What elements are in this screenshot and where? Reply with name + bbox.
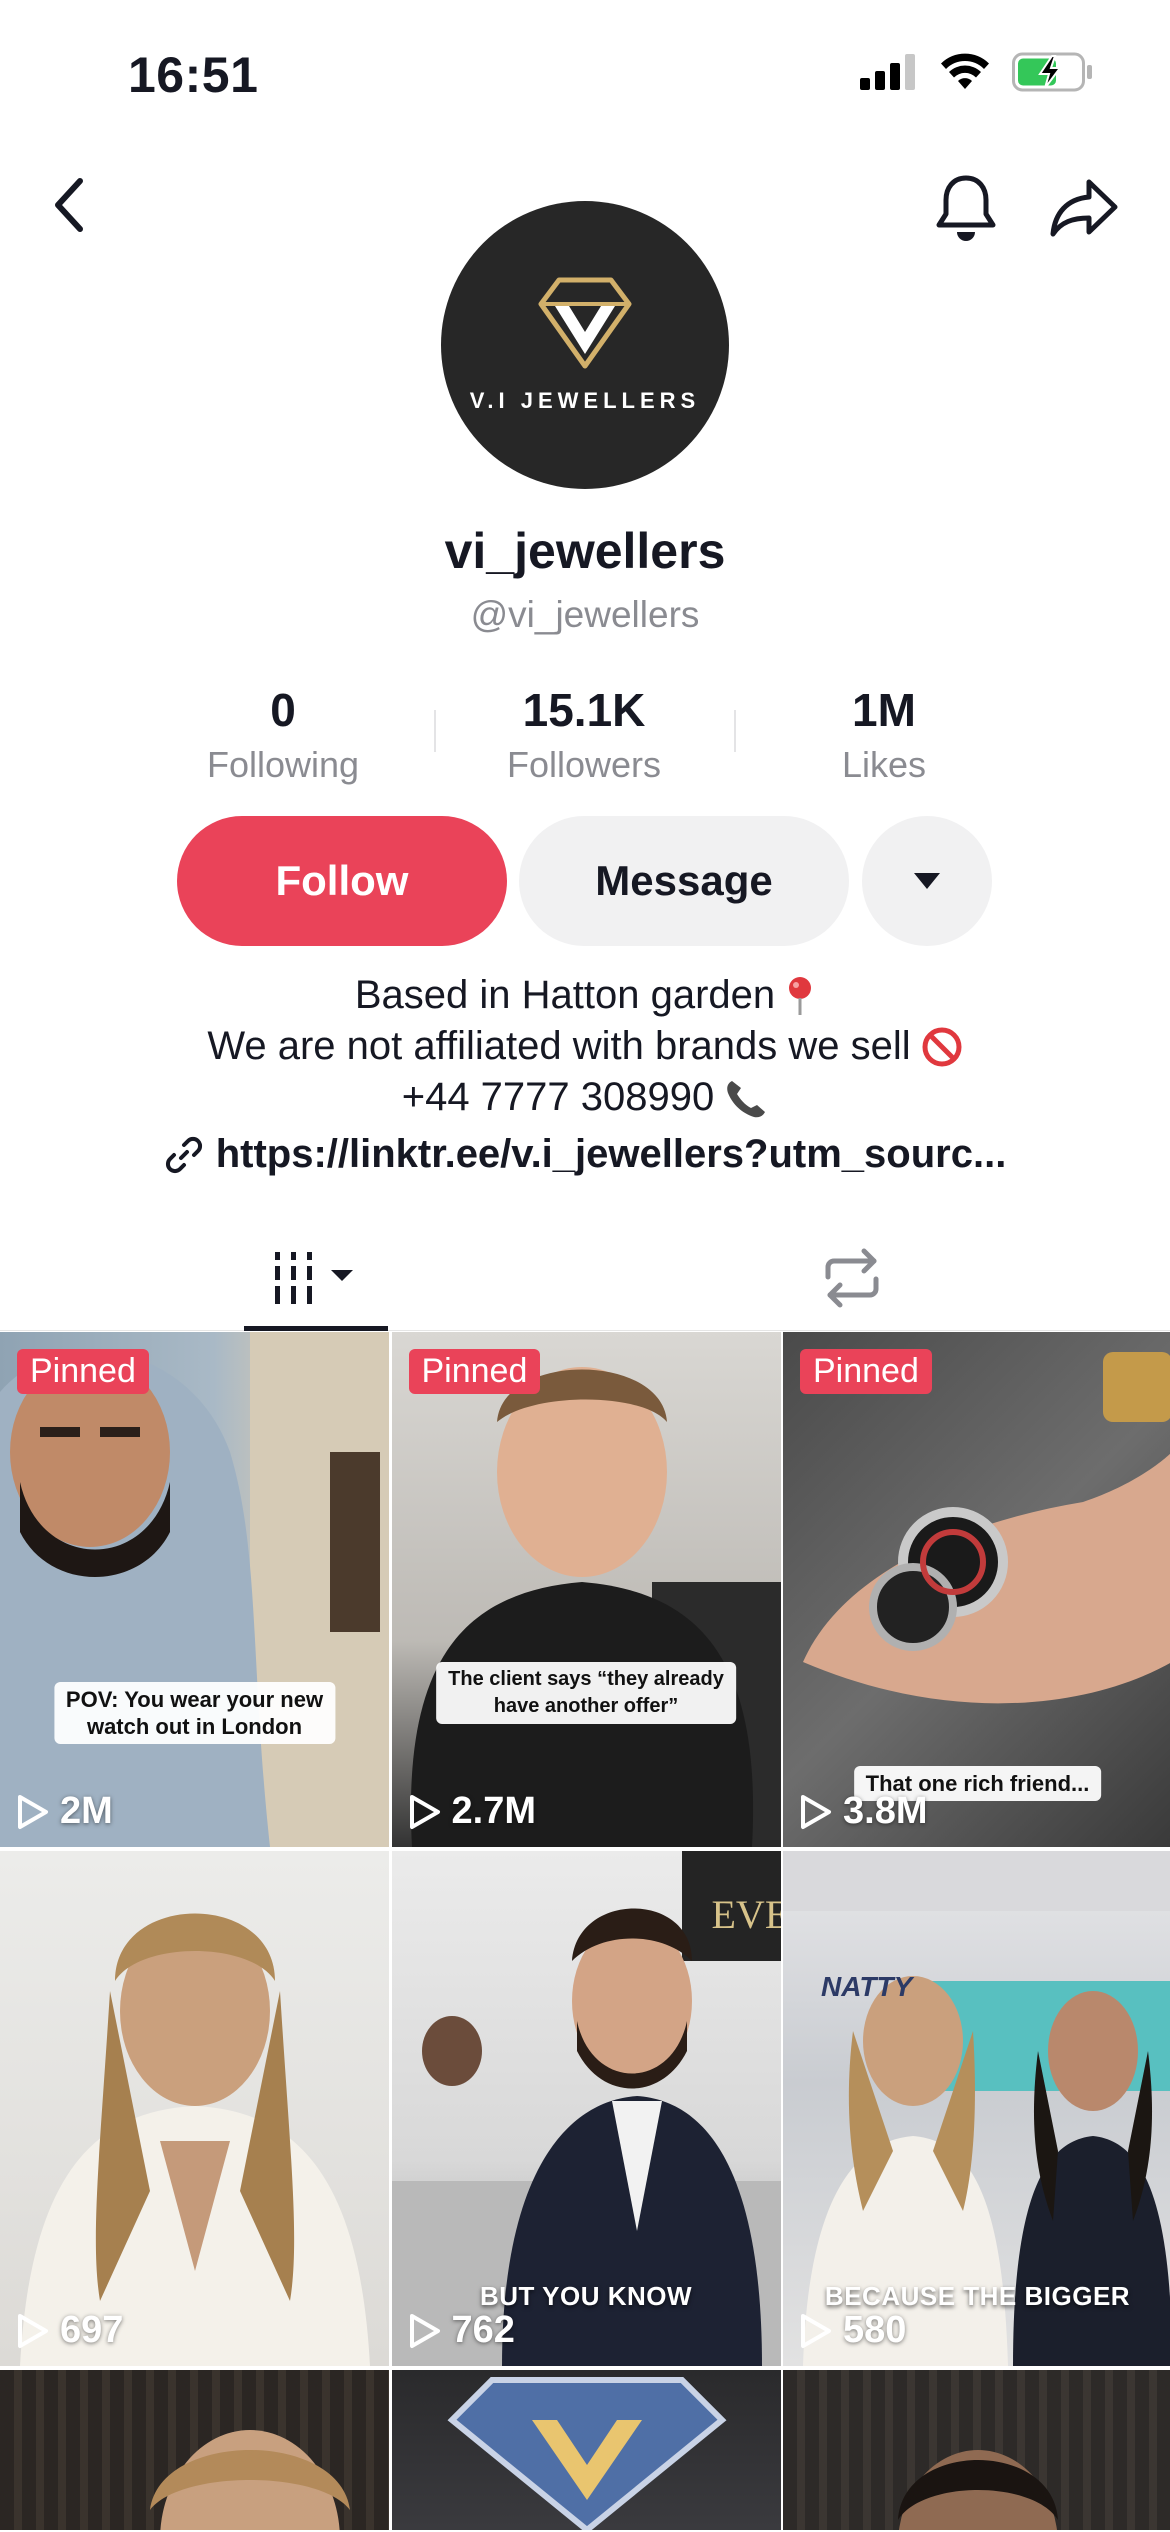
profile-stats: 0 Following 15.1K Followers 1M Likes [0, 680, 1170, 790]
battery-charging-icon [1012, 52, 1092, 92]
wifi-icon [941, 53, 989, 89]
video-tile[interactable] [391, 2370, 781, 2530]
stat-following[interactable]: 0 Following [133, 680, 433, 790]
view-count-text: 2.7M [451, 1790, 536, 1832]
play-outline-icon [801, 1794, 831, 1829]
view-count-text: 2M [60, 1790, 113, 1832]
follow-button[interactable]: Follow [177, 816, 507, 946]
play-outline-icon [409, 2313, 440, 2348]
play-outline-icon [18, 1794, 48, 1829]
status-time: 16:51 [128, 47, 259, 103]
pinned-badge: Pinned [17, 1349, 149, 1394]
view-count-text: 3.8M [843, 1790, 928, 1832]
profile-handle: @vi_jewellers [470, 594, 700, 635]
suggested-accounts-button[interactable] [862, 816, 992, 946]
video-thumbnail [20, 1913, 370, 2366]
video-caption: The client says “they already have anoth… [436, 1662, 736, 1724]
pinned-badge: Pinned [800, 1349, 932, 1394]
tab-reposts[interactable] [780, 1225, 924, 1331]
video-thumbnail [410, 1367, 781, 1847]
back-button[interactable] [40, 170, 100, 240]
view-count: 3.8M [799, 1790, 927, 1833]
store-sign-text: EVE [711, 1892, 781, 1937]
stat-label: Following [206, 744, 360, 785]
avatar-brand-text: V.I JEWELLERS [469, 388, 701, 413]
bio-link-text: https://linktr.ee/v.i_jewellers?utm_sour… [215, 1132, 1007, 1176]
video-overlay-text: BUT YOU KNOW [479, 2281, 693, 2311]
stat-followers[interactable]: 15.1K Followers [434, 680, 734, 790]
vi-jewellers-logo-icon [538, 277, 632, 369]
view-count: 580 [799, 2309, 906, 2352]
play-outline-icon [409, 1794, 440, 1829]
status-icons [860, 52, 1094, 92]
pinned-badge: Pinned [408, 1349, 541, 1394]
view-count: 2M [16, 1790, 113, 1833]
store-sign-text: NATTY [821, 1971, 913, 2002]
bio-line: We are not affiliated with brands we sel… [207, 1024, 911, 1068]
profile-bio: Based in Hatton garden We are not affili… [0, 970, 1170, 1123]
view-count: 697 [16, 2309, 123, 2352]
tab-videos[interactable] [244, 1225, 388, 1331]
play-outline-icon [18, 2313, 48, 2348]
video-overlay-text: BECAUSE THE BIGGER [824, 2281, 1131, 2311]
video-tile[interactable]: Pinned The client says “they already hav… [391, 1332, 781, 1847]
view-count: 2.7M [408, 1790, 536, 1833]
video-tile[interactable]: NATTY BECAUSE THE BIGGER 580 [783, 1851, 1170, 2366]
stat-value: 0 [270, 684, 296, 736]
video-tile[interactable] [783, 2370, 1170, 2530]
bio-line: Based in Hatton garden [354, 973, 776, 1017]
notifications-button[interactable] [926, 168, 1006, 248]
view-count-text: 762 [451, 2309, 515, 2351]
round-pushpin-icon [789, 976, 812, 1015]
video-thumbnail [150, 2430, 350, 2530]
view-count-text: 697 [60, 2309, 124, 2351]
video-tile[interactable]: Pinned That one rich friend... 3.8M [783, 1332, 1170, 1847]
link-icon [165, 1136, 202, 1173]
telephone-receiver-icon [727, 1080, 766, 1117]
view-count: 762 [408, 2309, 515, 2352]
repost-icon [825, 1248, 879, 1308]
profile-avatar[interactable]: V.I JEWELLERS [441, 201, 729, 489]
video-tile[interactable]: EVE BUT YOU KNOW 762 [391, 1851, 781, 2366]
cellular-signal-icon [860, 54, 915, 90]
chevron-left-icon [55, 178, 83, 232]
caret-down-icon [914, 873, 940, 889]
video-caption: POV: You wear your new watch out in Lond… [53, 1682, 336, 1744]
stat-label: Followers [506, 744, 662, 785]
profile-tabs [0, 1225, 1170, 1331]
video-tile[interactable]: 697 [0, 1851, 389, 2366]
active-tab-indicator [244, 1326, 388, 1331]
prohibited-icon [922, 1027, 962, 1066]
video-grid-icon [275, 1252, 353, 1304]
message-button[interactable]: Message [519, 816, 849, 946]
stat-value: 15.1K [522, 684, 646, 736]
profile-username: vi_jewellers [444, 523, 726, 579]
view-count-text: 580 [843, 2309, 907, 2351]
stat-label: Likes [841, 744, 927, 785]
video-thumbnail [898, 2450, 1058, 2530]
bell-icon [936, 175, 996, 241]
bio-line: +44 7777 308990 [401, 1075, 715, 1119]
share-button[interactable] [1044, 168, 1124, 248]
share-arrow-icon [1050, 179, 1118, 237]
stat-likes[interactable]: 1M Likes [734, 680, 1034, 790]
status-bar: 16:51 [0, 0, 1170, 150]
stat-value: 1M [852, 684, 916, 736]
play-outline-icon [801, 2313, 831, 2348]
video-tile[interactable] [0, 2370, 389, 2530]
bio-website-link[interactable]: https://linktr.ee/v.i_jewellers?utm_sour… [0, 1132, 1170, 1177]
video-thumbnail [0, 1332, 389, 1847]
video-thumbnail [447, 2377, 726, 2530]
video-tile[interactable]: Pinned POV: You wear your new watch out … [0, 1332, 389, 1847]
video-grid: Pinned POV: You wear your new watch out … [0, 1332, 1170, 2530]
